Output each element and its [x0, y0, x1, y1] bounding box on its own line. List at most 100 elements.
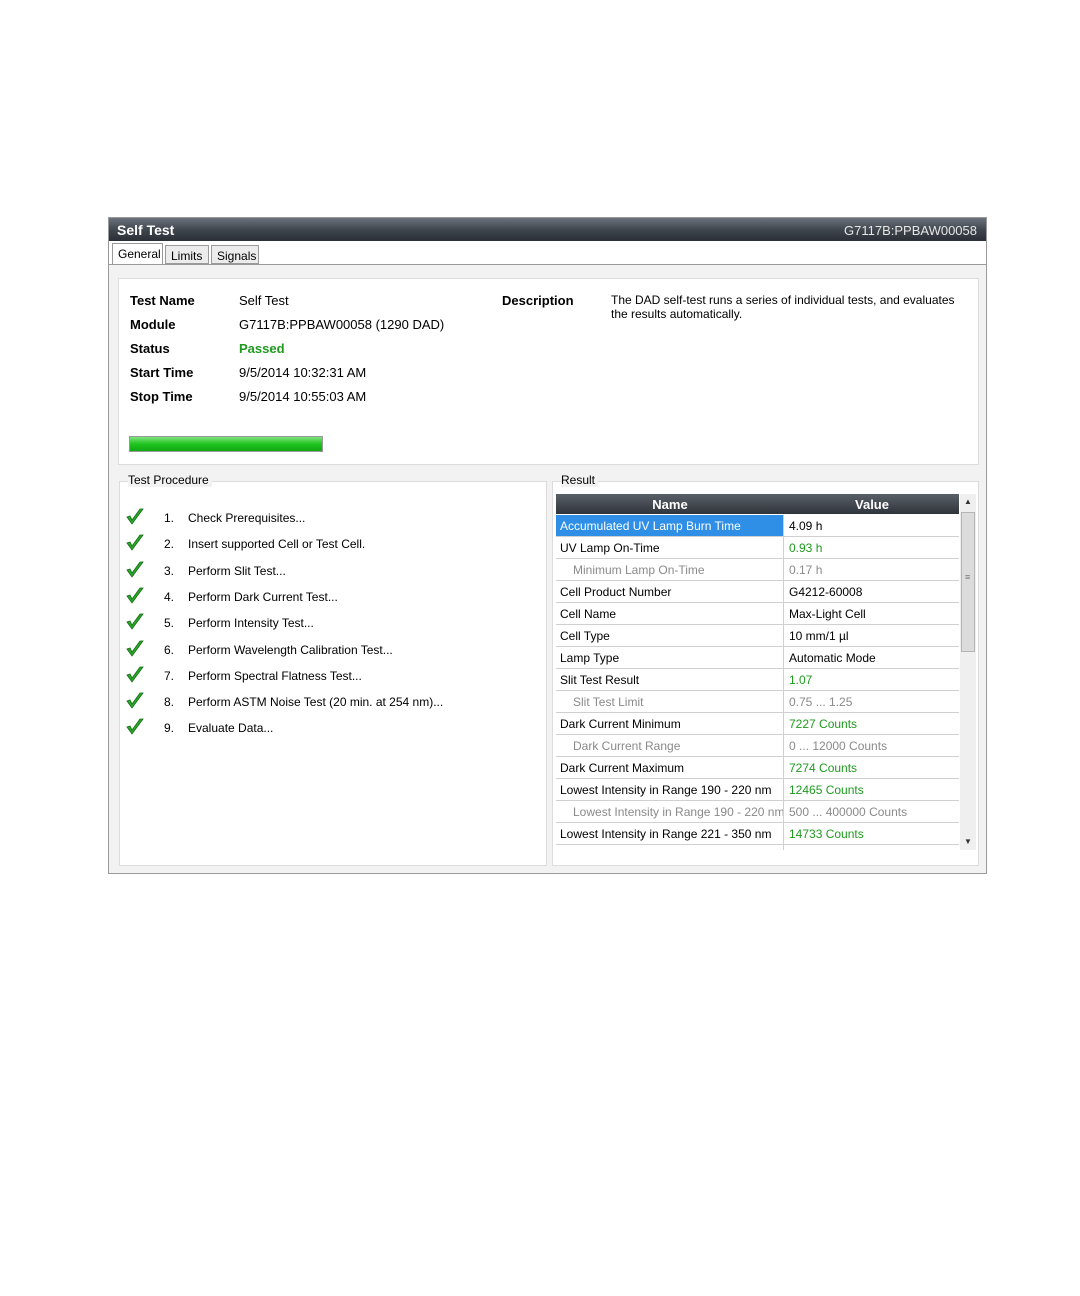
test-name-label: Test Name — [130, 293, 195, 308]
description-label: Description — [502, 293, 574, 308]
result-value-cell: 0.17 h — [789, 563, 823, 577]
result-row[interactable]: Cell Name Max-Light Cell — [556, 603, 959, 625]
result-name-cell: Cell Type — [556, 625, 784, 646]
result-group: Result Name Value Accumulated UV Lamp Bu… — [551, 469, 979, 866]
scroll-down-icon[interactable]: ▼ — [960, 834, 976, 850]
result-panel: Name Value Accumulated UV Lamp Burn Time… — [552, 481, 979, 866]
result-row[interactable]: Lowest Intensity in Range 190 - 220 nm 50… — [556, 801, 959, 823]
result-value-cell: 12465 Counts — [789, 783, 864, 797]
procedure-step: 2. Insert supported Cell or Test Cell. — [120, 534, 540, 557]
status-label: Status — [130, 341, 170, 356]
result-row[interactable]: Cell Type 10 mm/1 µl — [556, 625, 959, 647]
procedure-step: 1. Check Prerequisites... — [120, 508, 540, 531]
grid-header: Name Value — [556, 494, 959, 514]
step-number: 2. — [164, 537, 175, 552]
tab-signals[interactable]: Signals — [211, 245, 259, 264]
result-row[interactable]: Lowest Intensity in Range 221 - 350 nm 14… — [556, 823, 959, 845]
result-value-cell: 1.07 — [789, 673, 813, 687]
step-text: Perform Intensity Test... — [188, 616, 314, 631]
tab-strip: General Limits Signals — [109, 243, 986, 265]
result-row[interactable]: UV Lamp On-Time 0.93 h — [556, 537, 959, 559]
window-title: Self Test — [117, 222, 175, 238]
result-name-cell: Cell Name — [556, 603, 784, 624]
step-text: Perform Dark Current Test... — [188, 589, 338, 604]
checkmark-icon — [126, 561, 144, 578]
result-name-cell: Dark Current Minimum — [556, 713, 784, 734]
result-value-cell: G4212-60008 — [789, 585, 863, 599]
step-text: Perform ASTM Noise Test (20 min. at 254 … — [188, 695, 444, 710]
result-name-cell: Dark Current Maximum — [556, 757, 784, 778]
module-id: G7117B:PPBAW00058 — [844, 223, 977, 238]
module-value: G7117B:PPBAW00058 (1290 DAD) — [239, 317, 445, 332]
result-value-cell: 500 ... 400000 Counts — [789, 805, 908, 819]
procedure-step: 9. Evaluate Data... — [120, 718, 540, 741]
checkmark-icon — [126, 613, 144, 630]
stop-time-value: 9/5/2014 10:55:03 AM — [239, 389, 367, 404]
progress-fill — [130, 437, 322, 451]
result-value-cell: 4.09 h — [789, 519, 823, 533]
result-row[interactable]: Accumulated UV Lamp Burn Time 4.09 h — [556, 515, 959, 537]
checkmark-icon — [126, 534, 144, 551]
result-name-cell: Lowest Intensity in Range 221 - 350 nm — [556, 823, 784, 844]
checkmark-icon — [126, 666, 144, 683]
procedure-step: 7. Perform Spectral Flatness Test... — [120, 666, 540, 689]
checkmark-icon — [126, 692, 144, 709]
result-value-cell: Automatic Mode — [789, 651, 876, 665]
result-caption: Result — [561, 473, 599, 487]
result-row[interactable]: Lamp Type Automatic Mode — [556, 647, 959, 669]
result-row[interactable]: Cell Product Number G4212-60008 — [556, 581, 959, 603]
result-row[interactable]: Lowest Intensity in Range 190 - 220 nm 12… — [556, 779, 959, 801]
step-number: 5. — [164, 616, 175, 631]
step-number: 1. — [164, 511, 175, 525]
vertical-scrollbar[interactable]: ▲ ≡ ▼ — [960, 494, 976, 850]
value-column-header[interactable]: Value — [785, 497, 959, 512]
step-text: Insert supported Cell or Test Cell. — [188, 537, 366, 552]
result-value-cell: 0 ... 12000 Counts — [789, 739, 888, 753]
step-text: Perform Wavelength Calibration Test... — [188, 642, 393, 657]
procedure-step: 6. Perform Wavelength Calibration Test... — [120, 640, 540, 663]
checkmark-icon — [126, 640, 144, 657]
scroll-up-icon[interactable]: ▲ — [960, 494, 976, 510]
result-row[interactable]: Dark Current Minimum 7227 Counts — [556, 713, 959, 735]
procedure-step: 8. Perform ASTM Noise Test (20 min. at 25… — [120, 692, 540, 715]
result-row[interactable]: Lowest Intensity in Range 221 - 350 nm50… — [556, 845, 959, 850]
step-text: Perform Slit Test... — [188, 563, 286, 578]
result-row[interactable]: Slit Test Limit 0.75 ... 1.25 — [556, 691, 959, 713]
test-procedure-caption: Test Procedure — [128, 473, 212, 487]
result-row[interactable]: Minimum Lamp On-Time 0.17 h — [556, 559, 959, 581]
procedure-step: 3. Perform Slit Test... — [120, 561, 540, 584]
name-column-header[interactable]: Name — [556, 497, 784, 512]
checkmark-icon — [126, 587, 144, 604]
scroll-thumb[interactable]: ≡ — [961, 512, 975, 652]
procedure-step: 5. Perform Intensity Test... — [120, 613, 540, 636]
result-name-cell: Slit Test Result — [556, 669, 784, 690]
step-number: 7. — [164, 668, 175, 683]
module-label: Module — [130, 317, 176, 332]
procedure-step: 4. Perform Dark Current Test... — [120, 587, 540, 610]
result-grid: Name Value Accumulated UV Lamp Burn Time… — [556, 494, 959, 850]
result-row[interactable]: Dark Current Maximum 7274 Counts — [556, 757, 959, 779]
result-row[interactable]: Slit Test Result 1.07 — [556, 669, 959, 691]
result-value-cell: 7274 Counts — [789, 761, 858, 775]
checkmark-icon — [126, 718, 144, 736]
step-number: 6. — [164, 642, 175, 657]
result-value-cell: 7227 Counts — [789, 717, 858, 731]
title-bar: Self Test G7117B:PPBAW00058 — [109, 218, 986, 241]
result-value-cell: 14733 Counts — [789, 827, 864, 841]
result-value-cell: 0.93 h — [789, 541, 823, 555]
result-name-cell: Lamp Type — [556, 647, 784, 668]
tab-limits[interactable]: Limits — [165, 245, 209, 264]
result-name-cell: Minimum Lamp On-Time — [556, 559, 784, 580]
result-name-cell: UV Lamp On-Time — [556, 537, 784, 558]
step-text: Perform Spectral Flatness Test... — [188, 668, 362, 683]
result-name-cell: Lowest Intensity in Range 190 - 220 nm — [556, 779, 784, 800]
result-name-cell: Dark Current Range — [556, 735, 784, 756]
test-procedure-group: Test Procedure 1. Check Prerequisites... 2… — [118, 469, 549, 866]
self-test-window: Self Test G7117B:PPBAW00058 General Limi… — [108, 217, 987, 874]
step-number: 8. — [164, 695, 175, 710]
step-number: 3. — [164, 563, 175, 578]
tab-general[interactable]: General — [112, 243, 163, 265]
description-text: The DAD self-test runs a series of indiv… — [611, 293, 955, 321]
result-row[interactable]: Dark Current Range 0 ... 12000 Counts — [556, 735, 959, 757]
progress-bar — [129, 436, 323, 452]
